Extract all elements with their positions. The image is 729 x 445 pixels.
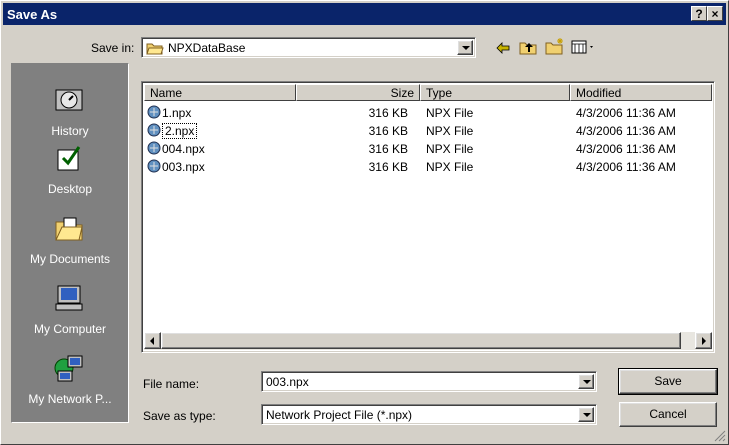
file-type: NPX File [426, 124, 474, 138]
close-button[interactable]: × [707, 6, 723, 21]
my-network-places-icon [54, 355, 83, 382]
folder-open-icon [146, 43, 164, 55]
npx-file-icon [147, 141, 161, 155]
places-bar: History Desktop My Documents My Computer… [11, 63, 129, 423]
title-bar[interactable]: Save As ? × [3, 3, 726, 25]
help-button[interactable]: ? [691, 6, 707, 21]
npx-file-icon [147, 105, 161, 119]
file-type: NPX File [426, 142, 474, 156]
cancel-button[interactable]: Cancel [619, 402, 717, 427]
file-size: 316 KB [368, 124, 408, 138]
save-in-value: NPXDataBase [168, 41, 246, 55]
chevron-down-icon [583, 413, 591, 417]
save-as-type-value: Network Project File (*.npx) [266, 408, 413, 422]
view-menu-icon[interactable] [571, 39, 597, 55]
place-my-computer[interactable]: My Computer [12, 284, 128, 342]
file-name-field[interactable]: 003.npx [261, 371, 597, 392]
scroll-left-button[interactable] [144, 332, 161, 349]
file-modified: 4/3/2006 11:36 AM [576, 160, 676, 174]
back-icon[interactable] [495, 41, 511, 55]
file-modified: 4/3/2006 11:36 AM [576, 124, 676, 138]
horizontal-scrollbar[interactable] [144, 332, 712, 350]
file-row[interactable]: 004.npx 316 KB NPX File 4/3/2006 11:36 A… [144, 140, 712, 158]
file-row[interactable]: 1.npx 316 KB NPX File 4/3/2006 11:36 AM [144, 104, 712, 122]
file-row[interactable]: 2.npx 316 KB NPX File 4/3/2006 11:36 AM [144, 122, 712, 140]
save-in-dropdown[interactable]: NPXDataBase [141, 37, 476, 58]
file-name-value: 003.npx [266, 375, 309, 389]
save-as-dialog: Save As ? × Save in: NPXDataBase History… [0, 0, 729, 445]
desktop-icon [57, 146, 81, 171]
place-my-computer-label: My Computer [33, 322, 107, 336]
chevron-down-icon [462, 46, 470, 50]
arrow-right-icon [702, 337, 706, 345]
file-type: NPX File [426, 106, 474, 120]
scrollbar-thumb[interactable] [161, 332, 681, 349]
file-modified: 4/3/2006 11:36 AM [576, 106, 676, 120]
place-history[interactable]: History [12, 86, 128, 144]
column-header-modified[interactable]: Modified [570, 84, 712, 101]
chevron-down-icon [583, 380, 591, 384]
column-header-name[interactable]: Name [144, 84, 296, 101]
file-name: 004.npx [162, 142, 205, 156]
file-type: NPX File [426, 160, 474, 174]
history-icon [55, 89, 83, 111]
file-size: 316 KB [368, 142, 408, 156]
new-folder-icon[interactable] [545, 37, 565, 55]
file-list[interactable]: Name Size Type Modified 1.npx 316 KB NPX… [141, 81, 715, 353]
file-size: 316 KB [368, 106, 408, 120]
npx-file-icon [147, 123, 161, 137]
arrow-left-icon [150, 337, 154, 345]
save-in-label: Save in: [91, 41, 135, 55]
column-header-size[interactable]: Size [296, 84, 420, 101]
scroll-right-button[interactable] [695, 332, 712, 349]
place-history-label: History [51, 124, 89, 138]
place-my-network-places[interactable]: My Network P... [12, 354, 128, 412]
save-button[interactable]: Save [618, 368, 718, 395]
save-as-type-label: Save as type: [143, 409, 216, 423]
place-my-documents-label: My Documents [29, 252, 111, 266]
save-as-type-dropdown[interactable]: Network Project File (*.npx) [261, 404, 597, 425]
npx-file-icon [147, 159, 161, 173]
resize-grip-icon[interactable] [714, 430, 726, 442]
place-my-documents[interactable]: My Documents [12, 214, 128, 272]
my-documents-icon [55, 217, 83, 241]
place-desktop-label: Desktop [47, 182, 93, 196]
file-modified: 4/3/2006 11:36 AM [576, 142, 676, 156]
file-size: 316 KB [368, 160, 408, 174]
place-desktop[interactable]: Desktop [12, 144, 128, 202]
file-name: 003.npx [162, 160, 205, 174]
file-name-dropdown-button[interactable] [578, 374, 594, 389]
window-title: Save As [7, 7, 58, 22]
up-folder-icon[interactable] [519, 39, 537, 55]
place-my-network-places-label: My Network P... [28, 392, 112, 406]
save-as-type-dropdown-button[interactable] [578, 407, 594, 422]
file-name: 1.npx [162, 106, 192, 120]
save-in-dropdown-button[interactable] [457, 40, 473, 55]
column-header-type[interactable]: Type [420, 84, 570, 101]
file-name: 2.npx [162, 123, 198, 139]
file-name-label: File name: [143, 377, 200, 391]
file-row[interactable]: 003.npx 316 KB NPX File 4/3/2006 11:36 A… [144, 158, 712, 176]
my-computer-icon [55, 285, 83, 311]
